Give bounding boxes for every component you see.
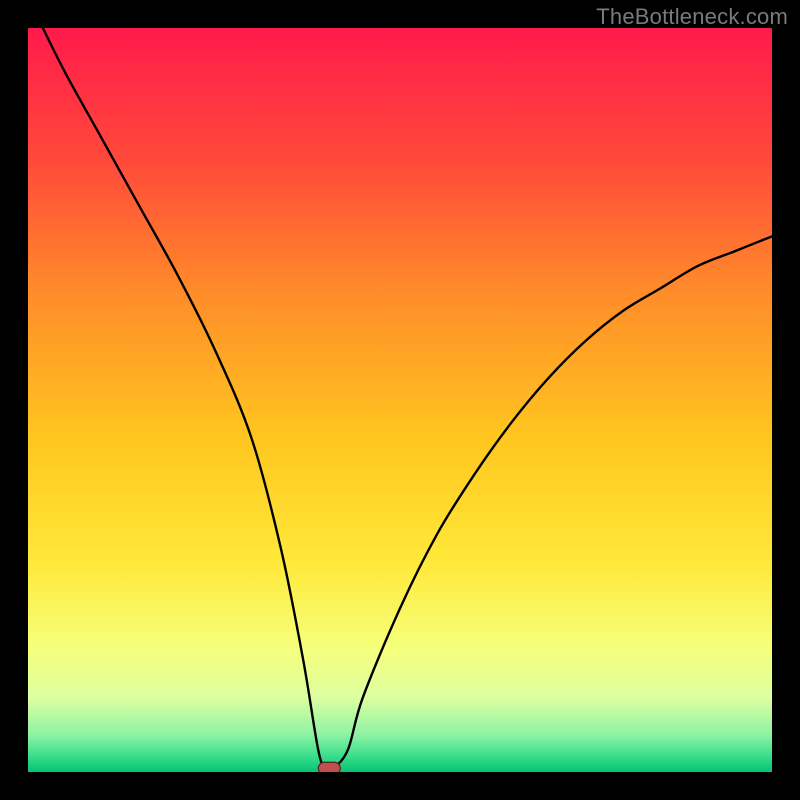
- optimal-marker: [318, 762, 340, 772]
- chart-frame: TheBottleneck.com: [0, 0, 800, 800]
- gradient-background: [28, 28, 772, 772]
- bottleneck-chart: [28, 28, 772, 772]
- watermark-text: TheBottleneck.com: [596, 4, 788, 30]
